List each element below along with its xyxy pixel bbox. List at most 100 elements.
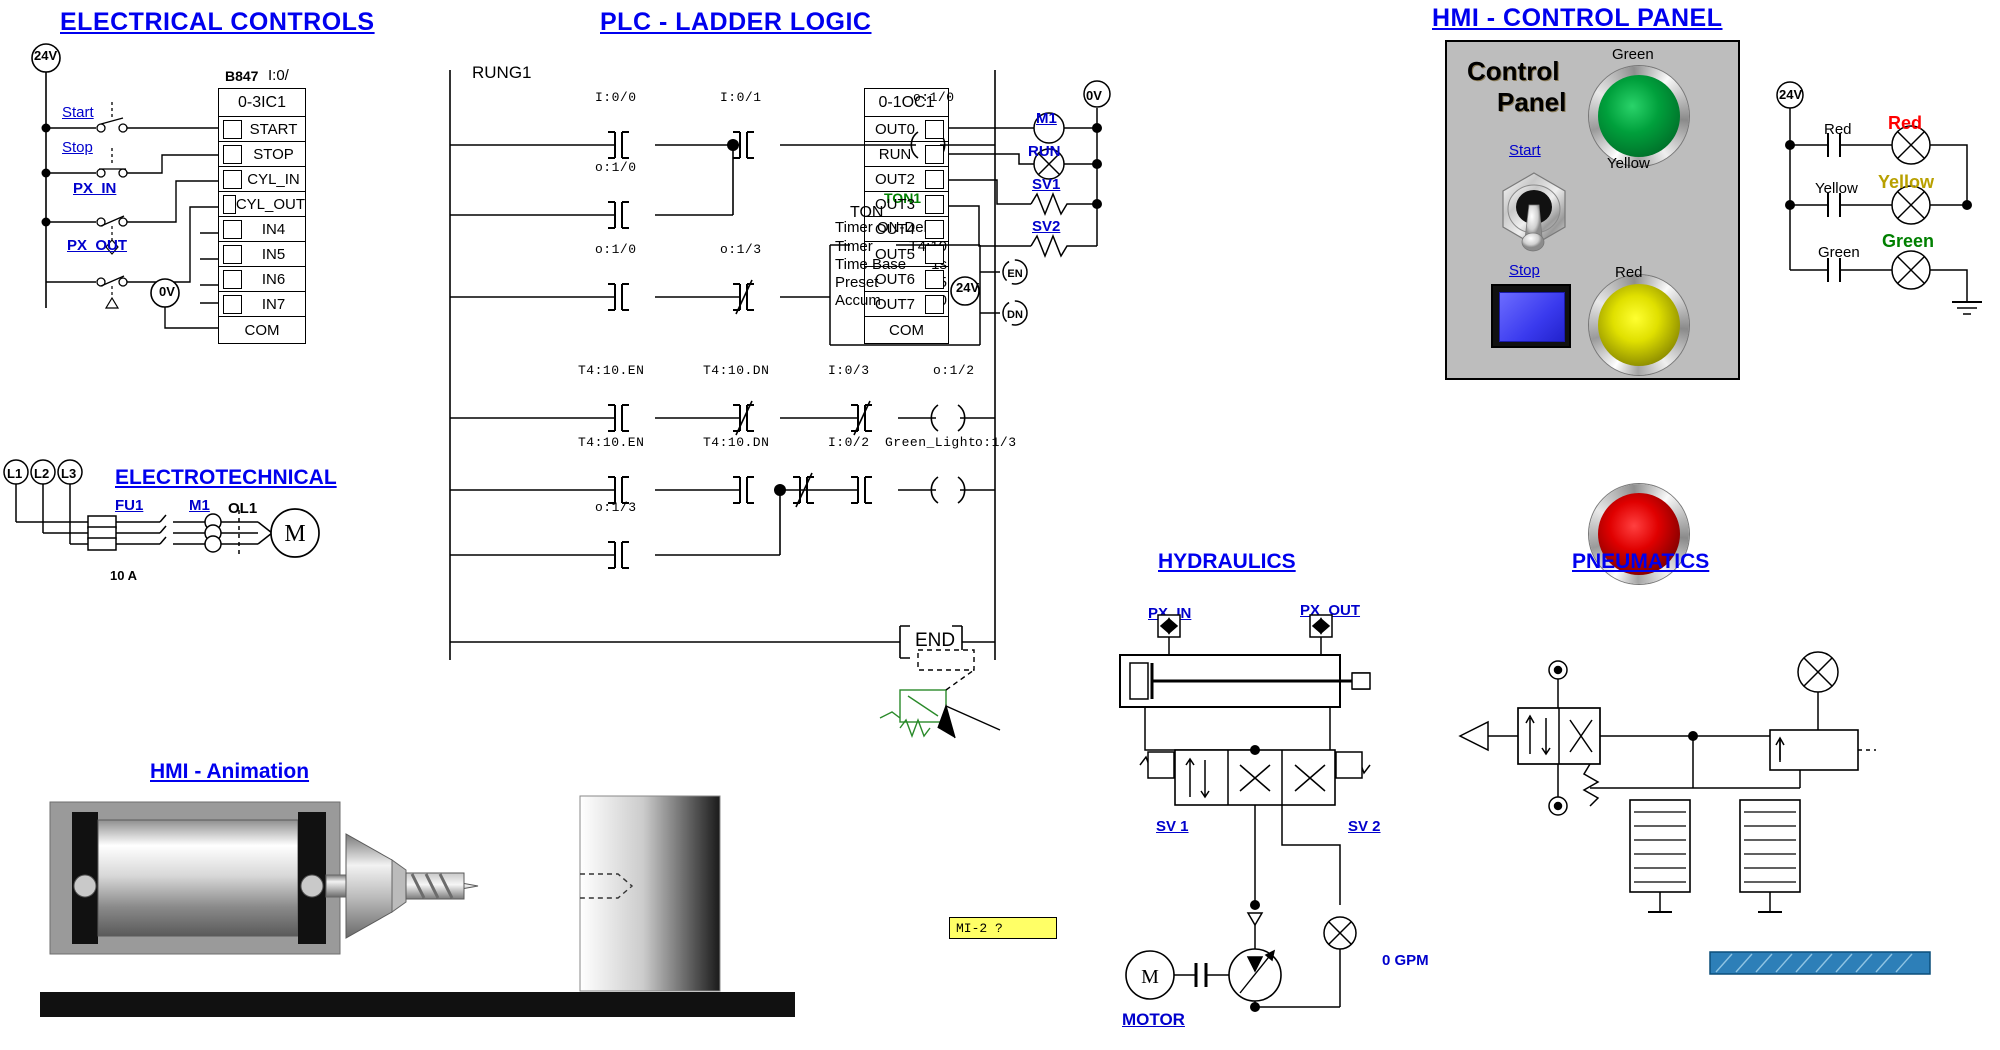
input-terminal-row[interactable]: STOP (219, 142, 305, 167)
output-supply-0v-label: 0V (1086, 88, 1102, 103)
input-module-name: 0-3IC1 (219, 89, 305, 117)
panel-start-label[interactable]: Start (1509, 142, 1541, 159)
input-terminal-row[interactable]: CYL_OUT (219, 192, 305, 217)
panel-stop-label[interactable]: Stop (1509, 262, 1540, 279)
lamp-label-yellow: Yellow (1607, 155, 1650, 172)
terminal-block-icon (223, 194, 236, 214)
input-terminal-row[interactable]: IN5 (219, 242, 305, 267)
section-title-pneumatics: PNEUMATICS (1572, 550, 1710, 573)
output-terminal-row[interactable]: OUT4 (865, 217, 948, 242)
input-terminal-row[interactable]: IN4 (219, 217, 305, 242)
terminal-block-icon (925, 119, 944, 139)
lamp-name-green: Green (1882, 231, 1935, 251)
lamp-supply-24v-label: 24V (1779, 87, 1803, 102)
output-terminal-row[interactable]: OUT6 (865, 267, 948, 292)
terminal-block-icon (925, 269, 944, 289)
terminal-block-icon (925, 144, 944, 164)
terminal-block-icon (223, 244, 242, 264)
contact-label-red: Red (1824, 121, 1852, 138)
contact-label-r1c1: I:0/0 (595, 90, 637, 105)
module-address: I:0/ (268, 67, 289, 84)
contact-label-r1c2: I:0/1 (720, 90, 762, 105)
panel-title-line1: Control (1467, 56, 1560, 86)
input-terminal-row-com[interactable]: COM (219, 317, 305, 343)
svg-text:M: M (284, 521, 305, 547)
switch-label-px-in[interactable]: PX_IN (73, 180, 116, 197)
device-label-run: RUN (1028, 143, 1061, 160)
lamp-label-red: Red (1615, 264, 1643, 281)
supply-0v-label: 0V (159, 284, 175, 299)
switch-label-stop[interactable]: Stop (62, 139, 93, 156)
phase-label-l1: L1 (7, 466, 23, 481)
contact-label-r4c2: T4:10.DN (703, 435, 770, 450)
contact-label-yellow: Yellow (1815, 180, 1858, 197)
start-toggle-switch[interactable] (1487, 167, 1582, 262)
input-terminal-row[interactable]: IN6 (219, 267, 305, 292)
fuse-rating-label: 10 A (110, 568, 137, 583)
output-terminal-row[interactable]: OUT3 (865, 192, 948, 217)
contact-label-r4c1: T4:10.EN (578, 435, 645, 450)
output-24v-circle (948, 274, 982, 308)
output-terminal-row[interactable]: OUT5 (865, 242, 948, 267)
pneumatics-diagram (1440, 651, 1960, 990)
device-label-sv2[interactable]: SV2 (1032, 218, 1060, 235)
terminal-block-icon (223, 119, 242, 139)
terminal-block-icon (223, 269, 242, 289)
electrotechnical-diagram: M (0, 459, 350, 570)
terminal-block-icon (925, 219, 944, 239)
lamp-name-yellow: Yellow (1878, 172, 1935, 192)
terminal-block-icon (223, 144, 242, 164)
device-label-m1[interactable]: M1 (1036, 110, 1057, 127)
section-title-hydraulics: HYDRAULICS (1158, 550, 1296, 573)
ladder-end-label: END (915, 630, 956, 651)
coil-label-r3: o:1/2 (933, 363, 975, 378)
section-title-hmi-control-panel: HMI - CONTROL PANEL (1432, 4, 1723, 32)
electrical-controls-diagram (0, 40, 360, 360)
section-title-hmi-animation: HMI - Animation (150, 760, 310, 783)
phase-label-l3: L3 (61, 466, 77, 481)
terminal-block-icon (925, 294, 944, 314)
switch-label-start[interactable]: Start (62, 104, 94, 121)
contact-label-r4c3: I:0/2 (828, 435, 870, 450)
svg-text:M: M (1141, 966, 1159, 988)
device-label-sv1[interactable]: SV1 (1032, 176, 1060, 193)
output-terminal-row[interactable]: RUN (865, 142, 948, 167)
output-terminal-row-com[interactable]: COM (865, 317, 948, 343)
fuse-label[interactable]: FU1 (115, 497, 143, 514)
contact-label-green-light: Green_Light (885, 435, 977, 450)
contact-label-r1-branch: o:1/0 (595, 160, 637, 175)
terminal-block-icon (925, 244, 944, 264)
contactor-label[interactable]: M1 (189, 497, 210, 514)
output-module: 0-1OC1 OUT0 RUN OUT2 OUT3 OUT4 OUT5 OUT6… (864, 88, 949, 344)
panel-title-line2: Panel (1497, 87, 1567, 117)
input-terminal-row[interactable]: CYL_IN (219, 167, 305, 192)
output-terminal-row[interactable]: OUT2 (865, 167, 948, 192)
hmi-animation-scene (40, 790, 820, 1030)
terminal-block-icon (223, 219, 242, 239)
input-terminal-row[interactable]: START (219, 117, 305, 142)
switch-label-px-out[interactable]: PX_OUT (67, 237, 127, 254)
terminal-block-icon (223, 294, 242, 314)
contact-label-r3c3: I:0/3 (828, 363, 870, 378)
hmi-control-panel: Control Panel Start Stop Green Yellow Re… (1445, 40, 1740, 584)
contact-label-r3c1: T4:10.EN (578, 363, 645, 378)
terminal-block-icon (925, 169, 944, 189)
contact-label-green: Green (1818, 244, 1860, 261)
section-title-plc-ladder: PLC - LADDER LOGIC (600, 8, 872, 36)
contact-label-r3c2: T4:10.DN (703, 363, 770, 378)
section-title-electrical-controls: ELECTRICAL CONTROLS (60, 8, 375, 36)
hydraulics-diagram: M (1000, 614, 1400, 1035)
supply-24v-label: 24V (34, 48, 58, 63)
module-ref-b847: B847 (225, 68, 259, 84)
stop-pushbutton[interactable] (1491, 284, 1571, 348)
overload-label: OL1 (228, 500, 258, 517)
terminal-block-icon (925, 194, 944, 214)
output-terminal-row[interactable]: OUT0 (865, 117, 948, 142)
contact-label-r4-branch: o:1/3 (595, 500, 637, 515)
lamp-circuit-diagram (1760, 80, 1990, 330)
coil-label-r4: o:1/3 (975, 435, 1017, 450)
output-terminal-row[interactable]: OUT7 (865, 292, 948, 317)
input-terminal-row[interactable]: IN7 (219, 292, 305, 317)
lamp-label-green: Green (1612, 46, 1654, 63)
phase-label-l2: L2 (34, 466, 50, 481)
